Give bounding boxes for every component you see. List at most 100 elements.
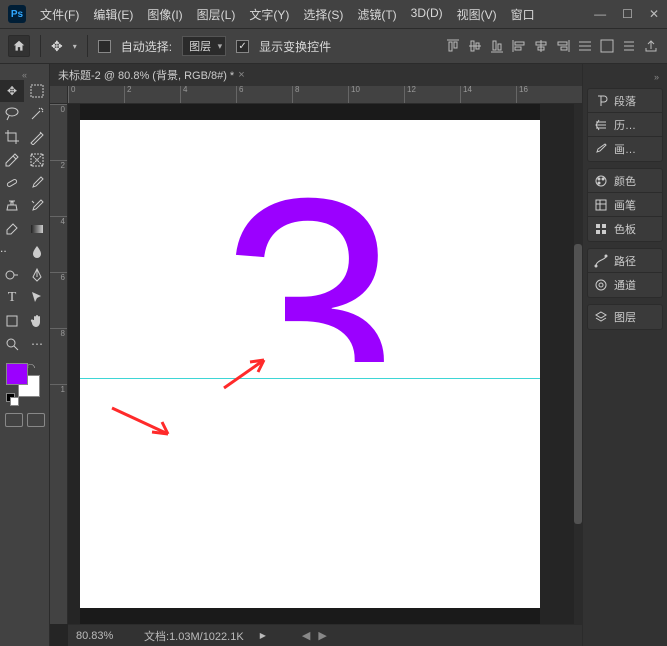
doc-info[interactable]: 文档:1.03M/1022.1K (144, 628, 244, 644)
scrollbar-thumb[interactable] (574, 244, 582, 524)
home-button[interactable] (8, 35, 30, 57)
doc-info-value: 1.03M/1022.1K (169, 631, 244, 643)
panel-paths[interactable]: 路径 (588, 249, 662, 273)
auto-select-mode-dropdown[interactable]: 图层 (182, 36, 226, 56)
separator (40, 35, 41, 57)
quickmask-button[interactable] (5, 413, 23, 427)
auto-select-mode-value: 图层 (189, 38, 211, 54)
menu-filter[interactable]: 滤镜(T) (353, 4, 400, 25)
auto-select-checkbox[interactable] (98, 40, 111, 53)
history-brush-tool[interactable] (25, 195, 49, 217)
panel-label: 路径 (614, 253, 636, 269)
brush-tool[interactable] (25, 172, 49, 194)
menu-select[interactable]: 选择(S) (299, 4, 347, 25)
menu-view[interactable]: 视图(V) (453, 4, 501, 25)
panel-group-text: 段落 历… 画… (587, 88, 663, 162)
menu-edit[interactable]: 编辑(E) (89, 4, 137, 25)
default-colors-icon[interactable] (6, 393, 18, 405)
panel-collapse[interactable]: » (583, 72, 667, 82)
align-hcenter-icon[interactable] (533, 38, 549, 54)
doc-info-label: 文档: (144, 631, 169, 643)
horizontal-guide[interactable] (80, 378, 540, 379)
ruler-origin[interactable] (50, 86, 68, 104)
align-vcenter-icon[interactable] (467, 38, 483, 54)
panel-group-paths: 路径 通道 (587, 248, 663, 298)
screenmode-button[interactable] (27, 413, 45, 427)
move-tool[interactable]: ✥ (0, 80, 24, 102)
menu-file[interactable]: 文件(F) (36, 4, 83, 25)
nav-left[interactable]: ◀ (302, 629, 310, 642)
panel-history[interactable]: 历… (588, 113, 662, 137)
panel-swatches[interactable]: 色板 (588, 217, 662, 241)
frame-tool[interactable] (25, 149, 49, 171)
move-tool-indicator[interactable]: ✥ (51, 38, 63, 55)
close-button[interactable]: ✕ (649, 7, 659, 21)
app-logo: Ps (8, 5, 26, 23)
show-transform-label: 显示变换控件 (259, 38, 331, 55)
document-tab[interactable]: 未标题-2 @ 80.8% (背景, RGB/8#) * (58, 67, 234, 83)
align-bottom-icon[interactable] (489, 38, 505, 54)
ruler-tick: 8 (292, 86, 348, 103)
lasso-tool[interactable] (0, 103, 24, 125)
slice-tool[interactable] (25, 126, 49, 148)
panel-label: 画… (614, 141, 636, 157)
color-swatches: ⤺ (6, 363, 43, 405)
type-tool[interactable]: T (0, 287, 24, 309)
clone-stamp-tool[interactable] (0, 195, 24, 217)
ruler-tick: 0 (50, 104, 67, 160)
zoom-field[interactable]: 80.83% (76, 630, 128, 642)
toolbox-collapse[interactable]: « (0, 70, 49, 80)
ruler-vertical[interactable]: 0 2 4 6 8 1 (50, 104, 68, 624)
minimize-button[interactable]: — (594, 7, 606, 21)
artboard[interactable]: 3 3 (80, 120, 540, 608)
align-right-icon[interactable] (555, 38, 571, 54)
tool-preset-caret[interactable]: ▾ (73, 42, 77, 51)
nav-right[interactable]: ▶ (318, 629, 326, 642)
panel-color[interactable]: 颜色 (588, 169, 662, 193)
path-select-tool[interactable] (25, 287, 49, 309)
menu-layer[interactable]: 图层(L) (193, 4, 240, 25)
menu-type[interactable]: 文字(Y) (245, 4, 293, 25)
ruler-tick: 4 (180, 86, 236, 103)
close-tab-icon[interactable]: × (238, 69, 244, 81)
shape-tool[interactable] (0, 310, 24, 332)
maximize-button[interactable]: ☐ (622, 7, 633, 21)
vertical-scrollbar[interactable] (574, 104, 582, 624)
panel-group-color: 颜色 画笔 色板 (587, 168, 663, 242)
show-transform-checkbox[interactable] (236, 40, 249, 53)
blur-tool[interactable] (25, 241, 49, 263)
menu-image[interactable]: 图像(I) (143, 4, 186, 25)
crop-tool[interactable] (0, 126, 24, 148)
panel-brushes[interactable]: 画笔 (588, 193, 662, 217)
align-top-icon[interactable] (445, 38, 461, 54)
pen-tool[interactable] (25, 264, 49, 286)
share-icon[interactable] (643, 38, 659, 54)
edit-toolbar[interactable]: ⋯ (25, 333, 49, 355)
zoom-tool[interactable] (0, 333, 24, 355)
eyedropper-tool[interactable] (0, 149, 24, 171)
overflow-icon[interactable] (621, 38, 637, 54)
marquee-tool[interactable] (25, 80, 49, 102)
dodge-tool[interactable] (0, 264, 24, 286)
panel-paragraph[interactable]: 段落 (588, 89, 662, 113)
panel-layers[interactable]: 图层 (588, 305, 662, 329)
more-align-icon[interactable] (599, 38, 615, 54)
separator (87, 35, 88, 57)
healing-brush-tool[interactable] (0, 172, 24, 194)
gradient-tool[interactable] (25, 218, 49, 240)
doc-info-caret[interactable]: ▶ (260, 631, 266, 640)
hand-tool[interactable] (25, 310, 49, 332)
panel-brush-settings[interactable]: 画… (588, 137, 662, 161)
distribute-icon[interactable] (577, 38, 593, 54)
foreground-color[interactable] (6, 363, 28, 385)
ruler-horizontal[interactable]: 0 2 4 6 8 10 12 14 16 (68, 86, 582, 104)
magic-wand-tool[interactable] (25, 103, 49, 125)
align-left-icon[interactable] (511, 38, 527, 54)
canvas-viewport[interactable]: 3 3 (68, 104, 582, 624)
eraser-tool[interactable] (0, 218, 24, 240)
toolbox: « ✥ .. T ⋯ ⤺ (0, 64, 50, 646)
menu-window[interactable]: 窗口 (507, 4, 539, 25)
menu-3d[interactable]: 3D(D) (407, 4, 447, 25)
nav-arrows: ◀▶ (302, 629, 327, 642)
panel-channels[interactable]: 通道 (588, 273, 662, 297)
